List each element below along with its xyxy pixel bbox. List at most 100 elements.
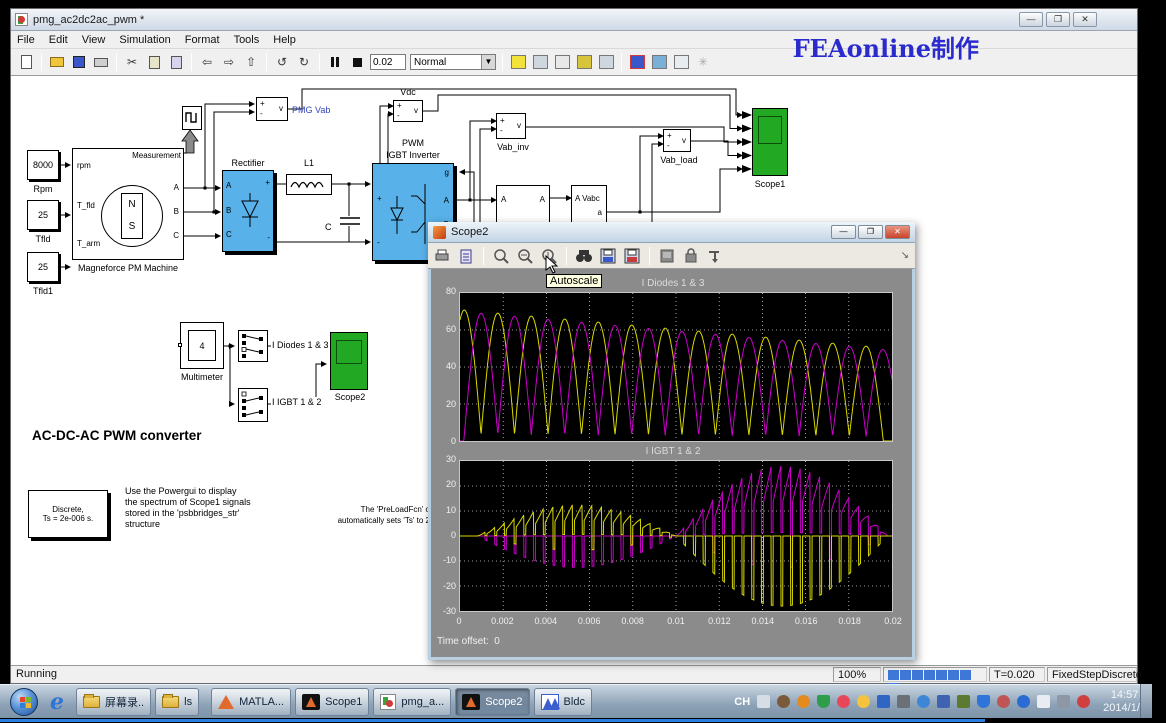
tray-recorder-icon[interactable] [777,695,790,708]
xtick-label: 0.016 [786,616,826,626]
stop-simulation-icon[interactable] [348,54,366,71]
restore-axes-settings-icon[interactable] [623,247,641,265]
show-desktop-button[interactable] [1140,684,1152,718]
update-diagram-icon[interactable] [575,54,593,71]
zoom-x-icon[interactable] [516,247,534,265]
xtick-label: 0.02 [873,616,913,626]
scope-print-icon[interactable] [433,247,451,265]
taskbar-item-matlab[interactable]: MATLA... [211,688,291,716]
menu-edit[interactable]: Edit [49,34,68,46]
menu-view[interactable]: View [82,34,106,46]
scope-parameters-icon[interactable] [457,247,475,265]
tray-card-icon[interactable] [937,695,950,708]
save-axes-settings-icon[interactable] [599,247,617,265]
tray-shield-check-icon[interactable] [977,695,990,708]
language-indicator[interactable]: CH [734,696,750,708]
xtick-label: 0.008 [613,616,653,626]
ytick-label: -20 [432,581,456,591]
scope2-minimize-button[interactable]: — [831,225,856,239]
status-running: Running [16,668,57,680]
tray-usb-icon[interactable] [957,695,970,708]
close-button[interactable]: ✕ [1073,12,1097,27]
ytick-label: 30 [432,454,456,464]
xtick-label: 0.01 [656,616,696,626]
tray-red-badge-icon[interactable] [837,695,850,708]
scope2-close-button[interactable]: ✕ [885,225,910,239]
tray-blue-swirl-icon[interactable] [917,695,930,708]
lock-axes-icon[interactable] [682,247,700,265]
menu-file[interactable]: File [17,34,35,46]
autoscale-tooltip: Autoscale [546,274,602,288]
restore-button[interactable]: ❐ [1046,12,1070,27]
refresh-blocks-icon[interactable] [553,54,571,71]
ytick-label: 20 [432,399,456,409]
ytick-label: 0 [432,530,456,540]
signal-selection-icon[interactable] [706,247,724,265]
tray-mute-icon[interactable] [1077,695,1090,708]
new-model-icon[interactable] [17,54,35,71]
taskbar-item-scope2[interactable]: Scope2 [455,688,529,716]
tray-display-icon[interactable] [1057,695,1070,708]
redo-icon[interactable]: ↻ [295,54,313,71]
menu-format[interactable]: Format [185,34,220,46]
autoscale-icon[interactable] [575,247,593,265]
undo-icon[interactable]: ↺ [273,54,291,71]
tray-yellow-cloud-icon[interactable] [857,695,870,708]
forward-icon[interactable]: ⇨ [220,54,238,71]
screen: pmg_ac2dc2ac_pwm * — ❐ ✕ File Edit View … [0,0,1166,723]
simulation-stop-time-field[interactable] [370,54,406,70]
menu-tools[interactable]: Tools [234,34,260,46]
up-icon[interactable]: ⇧ [242,54,260,71]
tray-bluetooth-icon[interactable] [1017,695,1030,708]
taskbar-item-scope1[interactable]: Scope1 [295,688,369,716]
title-bar[interactable]: pmg_ac2dc2ac_pwm * — ❐ ✕ [11,9,1137,31]
zoom-xy-icon[interactable] [492,247,510,265]
dropdown-arrow-icon[interactable]: ▼ [481,55,495,69]
build-icon[interactable] [597,54,615,71]
tray-phone-icon[interactable] [1037,695,1050,708]
scope2-title-bar[interactable]: Scope2 — ❐ ✕ [428,222,915,243]
open-model-icon[interactable] [48,54,66,71]
tray-green-shield-icon[interactable] [817,695,830,708]
menu-simulation[interactable]: Simulation [119,34,170,46]
tray-monitor-icon[interactable] [897,695,910,708]
save-icon[interactable] [70,54,88,71]
scope-window-icon [302,694,320,710]
xtick-label: 0.004 [526,616,566,626]
taskbar-item-pmg[interactable]: pmg_a... [373,688,451,716]
folder-icon [162,696,179,708]
xtick-label: 0 [439,616,479,626]
copy-icon[interactable] [145,54,163,71]
watermark-text: FEAonline制作 [793,29,979,64]
float-scope-icon[interactable] [658,247,676,265]
tray-people-icon[interactable] [997,695,1010,708]
scope2-window: Scope2 — ❐ ✕ ↘ I Diodes 1 & 3 [428,222,915,660]
tray-keyboard-icon[interactable] [757,695,770,708]
scope-resize-corner-icon: ↘ [901,250,909,261]
taskbar-item-ls[interactable]: ls [155,688,199,716]
taskbar-item-screenrec[interactable]: 屏幕录.. [76,688,151,716]
print-icon[interactable] [92,54,110,71]
tray-blue-app-icon[interactable] [877,695,890,708]
taskbar-item-bldc[interactable]: Bldc [534,688,592,716]
scope2-restore-button[interactable]: ❐ [858,225,883,239]
paste-icon[interactable] [167,54,185,71]
plot1-axes[interactable] [459,292,893,442]
model-explorer-icon[interactable] [531,54,549,71]
tray-orange-dot-icon[interactable] [797,695,810,708]
library-browser-icon[interactable] [509,54,527,71]
simulation-mode-select[interactable]: Normal▼ [410,54,496,70]
minimize-button[interactable]: — [1019,12,1043,27]
xtick-label: 0.018 [830,616,870,626]
plot2-axes[interactable] [459,460,893,612]
xtick-label: 0.006 [569,616,609,626]
simulink-debugger-icon[interactable] [628,54,646,71]
model-browser-icon[interactable] [672,54,690,71]
model-advisor-icon[interactable] [650,54,668,71]
start-button[interactable] [10,688,38,716]
internet-explorer-icon[interactable]: e [50,689,64,715]
cut-icon[interactable]: ✂ [123,54,141,71]
menu-help[interactable]: Help [273,34,296,46]
back-icon[interactable]: ⇦ [198,54,216,71]
pause-simulation-icon[interactable] [326,54,344,71]
